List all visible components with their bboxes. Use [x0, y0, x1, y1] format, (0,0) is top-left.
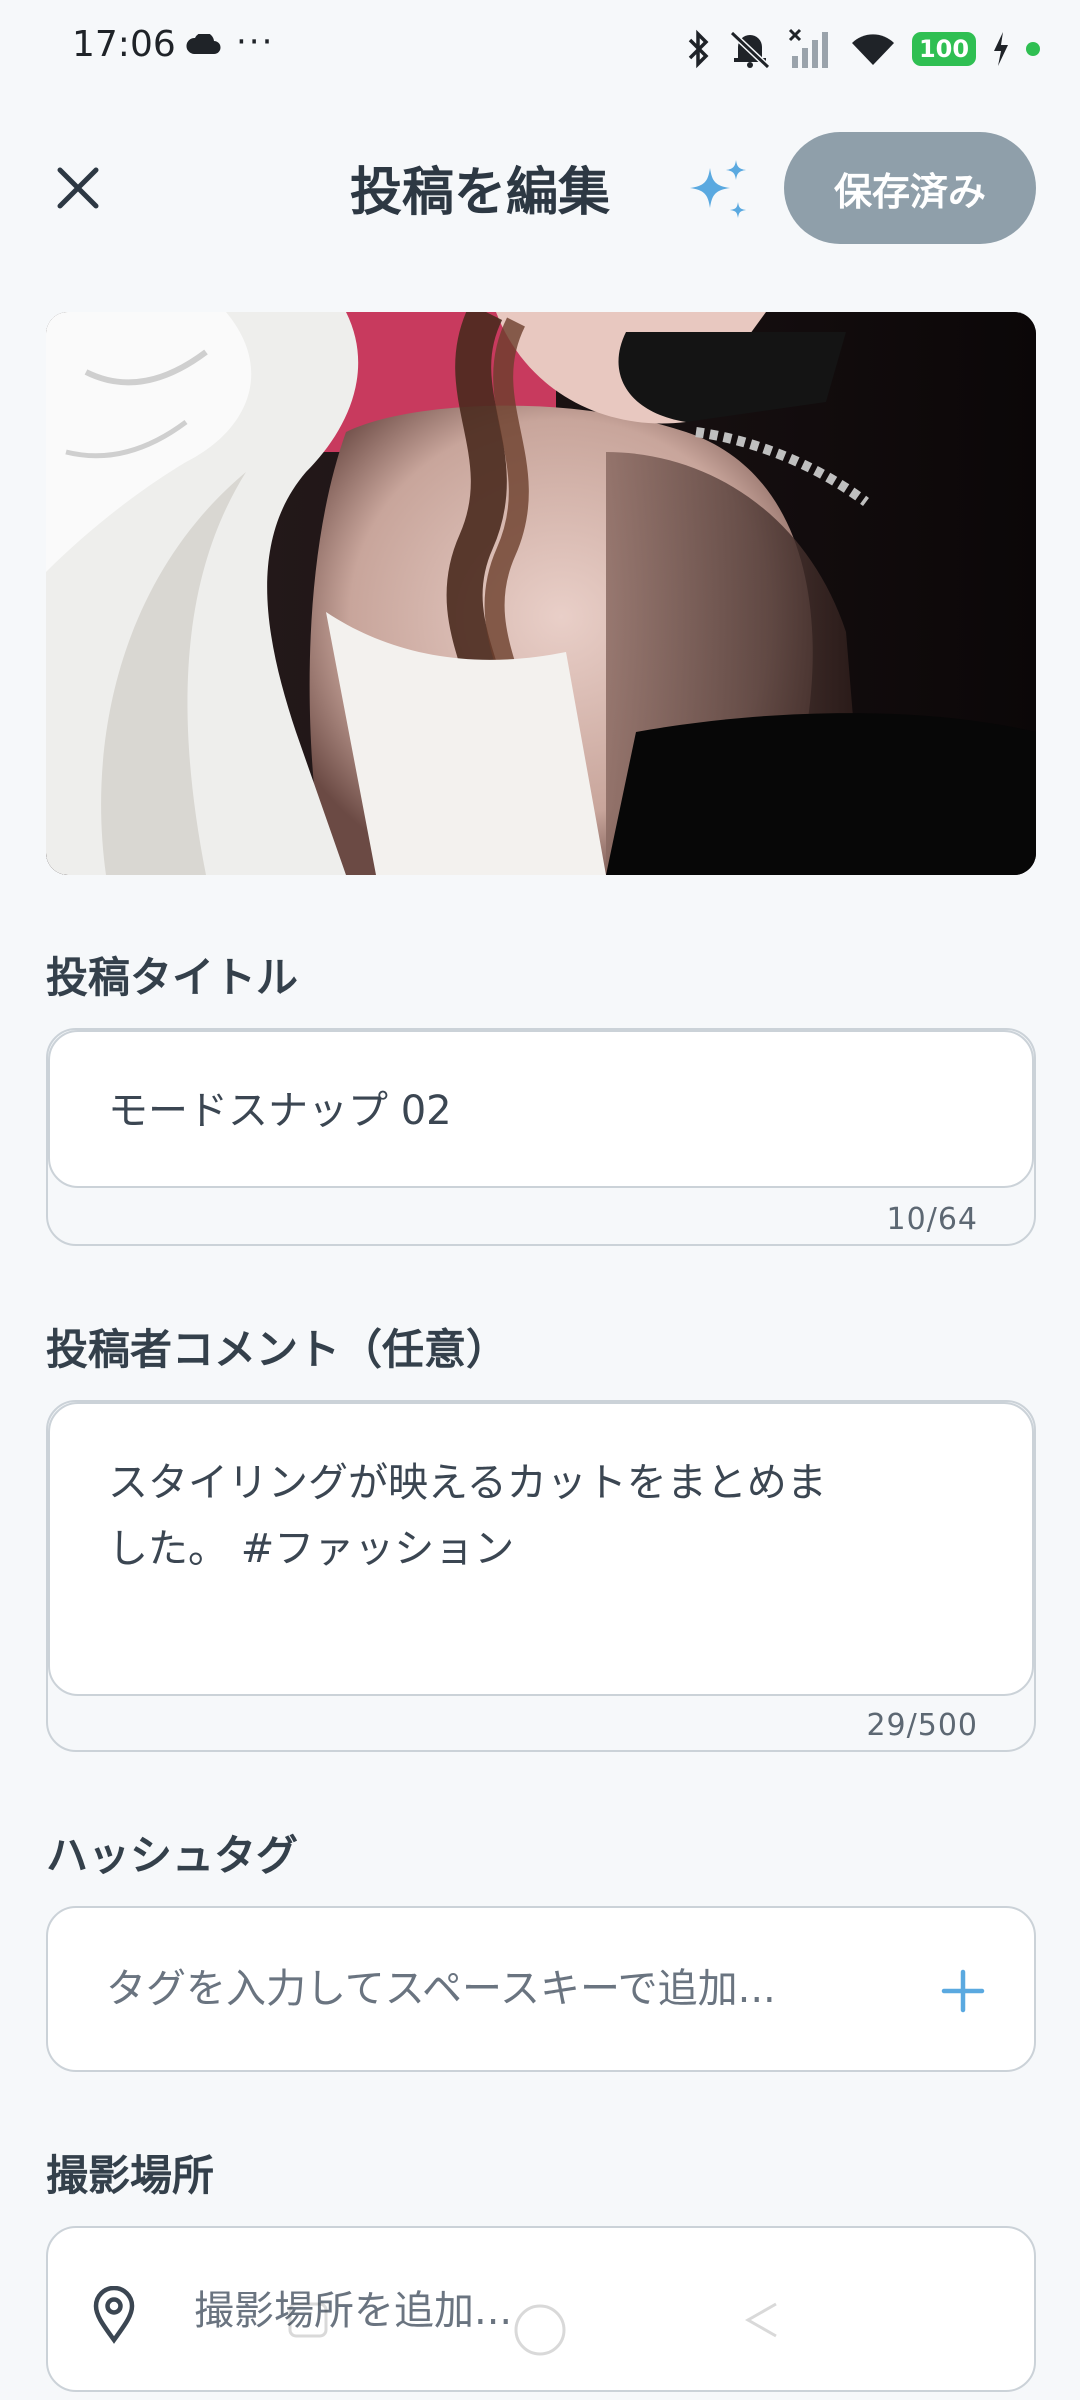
status-icons: 100 — [686, 26, 1040, 72]
charging-icon — [994, 32, 1008, 66]
location-pin-icon — [93, 2286, 135, 2344]
comment-textarea[interactable]: スタイリングが映えるカットをまとめま した。 #ファッション — [48, 1402, 1034, 1696]
comment-char-counter: 29/500 — [866, 1708, 978, 1743]
comment-line-2: した。 #ファッション — [108, 1526, 515, 1572]
post-photo[interactable] — [46, 312, 1036, 875]
signal-icon — [788, 28, 828, 68]
battery-indicator: 100 — [912, 32, 976, 66]
nav-recent-icon — [288, 2302, 328, 2338]
privacy-dot-icon — [1026, 42, 1040, 56]
cloud-icon — [186, 34, 221, 54]
status-more-icon: ··· — [236, 22, 275, 62]
location-placeholder: 撮影場所を追加... — [194, 2288, 513, 2334]
comment-line-1: スタイリングが映えるカットをまとめま — [108, 1460, 827, 1506]
nav-back-icon — [744, 2302, 777, 2338]
nav-home-icon — [514, 2304, 566, 2356]
title-field-container: モードスナップ 02 10/64 — [46, 1028, 1036, 1246]
mute-icon — [729, 30, 771, 69]
title-label: 投稿タイトル — [46, 953, 299, 1002]
title-char-counter: 10/64 — [886, 1202, 978, 1237]
saved-button[interactable]: 保存済み — [784, 132, 1036, 244]
comment-label: 投稿者コメント（任意） — [46, 1325, 509, 1374]
edit-post-screen: 17:06 ··· 100 投稿を編集 保存済み 投稿タイトル モードスナップ … — [0, 0, 1080, 2400]
title-input-value: モードスナップ 02 — [108, 1088, 452, 1134]
hashtag-input[interactable]: タグを入力してスペースキーで追加... — [46, 1906, 1036, 2072]
status-bar: 17:06 ··· 100 — [0, 0, 1080, 96]
photo-image — [46, 312, 1036, 875]
bluetooth-icon — [688, 29, 709, 69]
ai-sparkle-icon[interactable] — [682, 156, 754, 228]
location-label: 撮影場所 — [46, 2151, 215, 2200]
comment-field-container: スタイリングが映えるカットをまとめま した。 #ファッション 29/500 — [46, 1400, 1036, 1752]
page-title: 投稿を編集 — [349, 163, 610, 223]
hashtag-placeholder: タグを入力してスペースキーで追加... — [106, 1966, 776, 2012]
status-time: 17:06 — [72, 24, 176, 65]
wifi-icon — [852, 34, 894, 65]
hashtag-label: ハッシュタグ — [46, 1831, 299, 1880]
close-icon[interactable] — [50, 160, 106, 216]
title-input[interactable]: モードスナップ 02 — [48, 1030, 1034, 1188]
add-tag-icon[interactable] — [938, 1966, 988, 2016]
